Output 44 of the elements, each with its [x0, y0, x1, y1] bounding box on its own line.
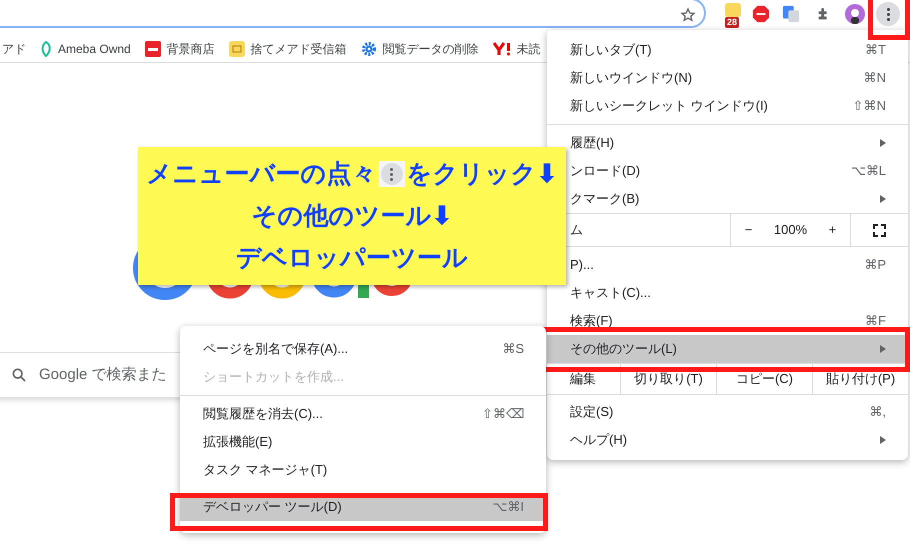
bookmark-item[interactable]: 背景商店: [144, 40, 215, 58]
bookmark-item[interactable]: アド: [2, 40, 26, 58]
notification-badge: 28: [725, 17, 740, 28]
edit-button[interactable]: 切り取り(T): [620, 364, 716, 394]
bookmark-item[interactable]: 閲覧データの削除: [360, 40, 479, 58]
menu-item[interactable]: その他のツール(L): [547, 335, 908, 363]
menu-dots-icon: [378, 161, 404, 187]
annotation-text: デベロッパーツール: [236, 243, 468, 274]
edit-button[interactable]: 貼り付け(P): [812, 364, 908, 394]
menu-item[interactable]: 新しいシークレット ウインドウ(I) ⇧⌘N: [547, 92, 908, 120]
zoom-level: 100%: [774, 221, 808, 240]
gear-icon: [360, 40, 377, 56]
bookmark-item[interactable]: Ameba Ownd: [40, 40, 131, 58]
star-icon[interactable]: [680, 7, 696, 23]
menu-item: ショートカットを作成...: [202, 368, 345, 386]
menu-item[interactable]: ヘルプ(H): [547, 426, 908, 454]
menu-button[interactable]: [876, 2, 900, 26]
menu-item[interactable]: 設定(S) ⌘,: [547, 398, 908, 426]
logo-icon: [492, 42, 511, 56]
avatar-icon[interactable]: [845, 4, 865, 24]
bookmark-item[interactable]: 捨てメアド受信箱: [228, 40, 347, 58]
menu-item[interactable]: 新しいタブ(T) ⌘T: [547, 36, 908, 64]
zoom-in-button[interactable]: +: [822, 220, 842, 240]
zoom-out-button[interactable]: −: [738, 220, 758, 240]
edit-button[interactable]: コピー(C): [716, 364, 812, 394]
leaf-icon: [40, 40, 52, 56]
bookmark-item[interactable]: 未読: [492, 40, 541, 58]
menu-item[interactable]: キャスト(C)...: [547, 279, 908, 307]
menu-item[interactable]: 新しいウインドウ(N) ⌘N: [547, 64, 908, 92]
menu-item[interactable]: タスク マネージャ(T): [180, 456, 546, 484]
fullscreen-icon[interactable]: [873, 224, 886, 236]
search-icon: [11, 367, 27, 383]
translate-icon[interactable]: [782, 5, 800, 23]
stop-sign-icon[interactable]: [752, 5, 770, 23]
menu-item[interactable]: 履歴(H): [547, 129, 908, 157]
menu-item[interactable]: ページを別名で保存(A)... ⌘S: [180, 335, 546, 363]
annotation-text: メニューバーの点々: [146, 159, 376, 190]
mail-icon: [228, 40, 245, 56]
menu-label: ム: [569, 221, 584, 240]
menu-label: 編集: [569, 370, 597, 388]
annotation-text: その他のツール⬇: [252, 201, 452, 232]
menu-item[interactable]: 拡張機能(E): [180, 428, 546, 456]
menu-item[interactable]: 閲覧履歴を消去(C)... ⇧⌘⌫: [180, 400, 546, 428]
menu-item[interactable]: 検索(F) ⌘F: [547, 307, 908, 335]
